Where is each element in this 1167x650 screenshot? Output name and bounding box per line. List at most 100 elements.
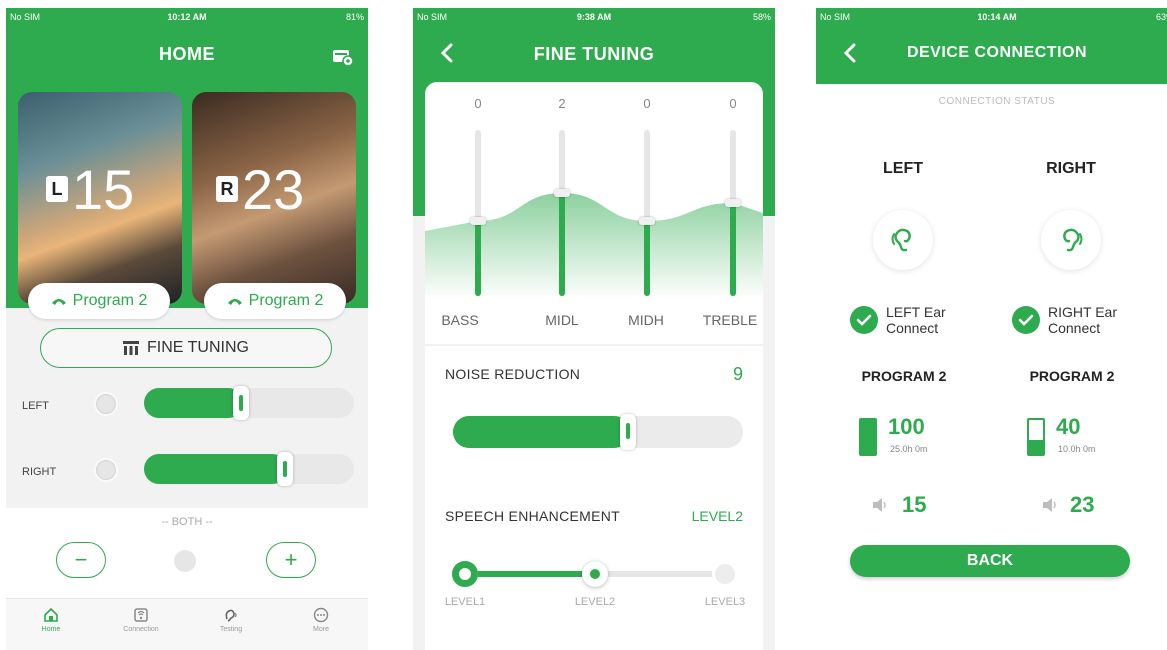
tab-testing[interactable]: Testing <box>196 607 266 633</box>
left-slider-thumb[interactable] <box>233 386 249 420</box>
both-label: -- BOTH -- <box>161 516 213 528</box>
right-ear-button[interactable] <box>1041 210 1101 270</box>
right-volume-value: 23 <box>1070 492 1095 517</box>
speaker-icon <box>1043 498 1056 512</box>
connection-icon <box>134 608 148 622</box>
home-icon <box>44 607 58 622</box>
midl-label: MIDL <box>545 312 579 328</box>
left-mute-toggle[interactable] <box>94 392 118 416</box>
left-ear-icon <box>891 228 911 252</box>
right-battery-icon <box>1027 418 1045 456</box>
treble-label: TREBLE <box>702 312 758 328</box>
level2-node[interactable] <box>582 561 608 587</box>
treble-value: 0 <box>729 96 737 111</box>
right-slider-thumb[interactable] <box>277 452 293 486</box>
right-title: RIGHT <box>1046 160 1096 177</box>
tab-connection[interactable]: Connection <box>106 607 176 633</box>
testing-icon <box>225 609 237 622</box>
tab-connection-label: Connection <box>123 626 159 633</box>
controls-panel: NOISE REDUCTION 9 SPEECH ENHANCEMENT LEV… <box>425 346 763 650</box>
tab-home[interactable]: Home <box>16 607 86 633</box>
home-screen: No SIM 10:12 AM 81% HOME L 15 R 23 Progr… <box>6 8 368 650</box>
midl-slider-fill <box>559 193 565 296</box>
right-ear-card[interactable]: R 23 <box>192 92 356 304</box>
page-title: HOME <box>159 44 215 64</box>
both-plus-button[interactable]: + <box>266 542 316 578</box>
check-icon <box>1012 306 1040 334</box>
minus-label: − <box>74 547 88 572</box>
battery-percent: 58% <box>752 12 771 22</box>
back-button[interactable]: BACK <box>850 545 1130 577</box>
right-battery-fill <box>1029 440 1043 454</box>
right-mute-toggle[interactable] <box>94 458 118 482</box>
fine-tuning-button[interactable]: FINE TUNING <box>40 328 332 368</box>
left-battery-fill <box>861 420 875 454</box>
tab-bar: Home Connection Testing More <box>6 598 368 650</box>
midl-slider[interactable] <box>554 130 570 296</box>
right-connect-status: RIGHT Ear Connect <box>1012 304 1138 336</box>
right-program-label: Program 2 <box>248 292 324 309</box>
phone-icon <box>227 299 242 305</box>
noise-reduction-fill <box>453 416 630 448</box>
check-icon <box>850 306 878 334</box>
left-volume-slider[interactable] <box>144 386 354 420</box>
level3-node[interactable] <box>712 561 738 587</box>
equalizer-icon <box>123 341 140 355</box>
both-mute-toggle[interactable] <box>174 550 196 572</box>
right-volume: 23 <box>242 158 305 221</box>
fine-tuning-label: FINE TUNING <box>147 339 249 356</box>
treble-slider-thumb[interactable] <box>725 199 741 207</box>
battery-percent: 81% <box>345 12 364 22</box>
right-program: PROGRAM 2 <box>1029 368 1115 384</box>
left-program: PROGRAM 2 <box>861 368 947 384</box>
tab-more[interactable]: More <box>286 607 356 633</box>
status-time: 10:12 AM <box>167 12 207 22</box>
noise-reduction-slider[interactable] <box>453 414 743 450</box>
battery-percent: 63% <box>1155 12 1167 22</box>
left-program-label: Program 2 <box>72 292 148 309</box>
right-badge: R <box>216 176 238 202</box>
treble-slider[interactable] <box>725 130 741 296</box>
status-time: 10:14 AM <box>977 12 1017 22</box>
midh-slider-thumb[interactable] <box>639 217 655 225</box>
midh-label: MIDH <box>628 312 664 328</box>
settings-card-icon[interactable] <box>332 48 354 66</box>
level1-node[interactable] <box>452 561 478 587</box>
right-slider-fill <box>144 454 287 484</box>
tab-home-label: Home <box>41 626 61 633</box>
plus-label: + <box>284 547 298 572</box>
right-volume-slider[interactable] <box>144 452 354 486</box>
both-minus-button[interactable]: − <box>56 542 106 578</box>
right-row-label: RIGHT <box>22 466 57 478</box>
level1-label: LEVEL1 <box>444 596 486 608</box>
left-connect-text: LEFT Ear Connect <box>886 304 946 336</box>
midh-slider[interactable] <box>639 130 655 296</box>
noise-reduction-thumb[interactable] <box>620 414 636 450</box>
midh-slider-fill <box>644 221 650 296</box>
midl-slider-thumb[interactable] <box>554 189 570 197</box>
left-battery-icon <box>859 418 877 456</box>
status-bar: No SIM 10:14 AM 63% <box>816 8 1167 30</box>
left-battery-time: 25.0h 0m <box>890 444 928 454</box>
right-program-button[interactable]: Program 2 <box>204 283 346 319</box>
bass-slider-fill <box>475 221 481 296</box>
device-connection-screen: No SIM 10:14 AM 63% DEVICE CONNECTION CO… <box>816 8 1167 650</box>
speech-enhancement-value: LEVEL2 <box>691 508 743 524</box>
level3-label: LEVEL3 <box>704 596 746 608</box>
left-title: LEFT <box>883 160 923 177</box>
more-icon <box>313 607 329 623</box>
bass-label: BASS <box>441 312 479 328</box>
speaker-icon <box>873 498 886 512</box>
page-title: FINE TUNING <box>533 44 655 64</box>
left-ear-button[interactable] <box>873 210 933 270</box>
tab-more-label: More <box>313 626 329 633</box>
left-program-button[interactable]: Program 2 <box>28 283 170 319</box>
left-ear-card[interactable]: L 15 <box>18 92 182 304</box>
left-volume: 15 <box>72 158 135 221</box>
right-connect-text: RIGHT Ear Connect <box>1048 304 1117 336</box>
bass-value: 0 <box>474 96 482 111</box>
left-row-label: LEFT <box>22 400 49 412</box>
bass-slider[interactable] <box>470 130 486 296</box>
left-connect-status: LEFT Ear Connect <box>850 304 976 336</box>
bass-slider-thumb[interactable] <box>470 217 486 225</box>
